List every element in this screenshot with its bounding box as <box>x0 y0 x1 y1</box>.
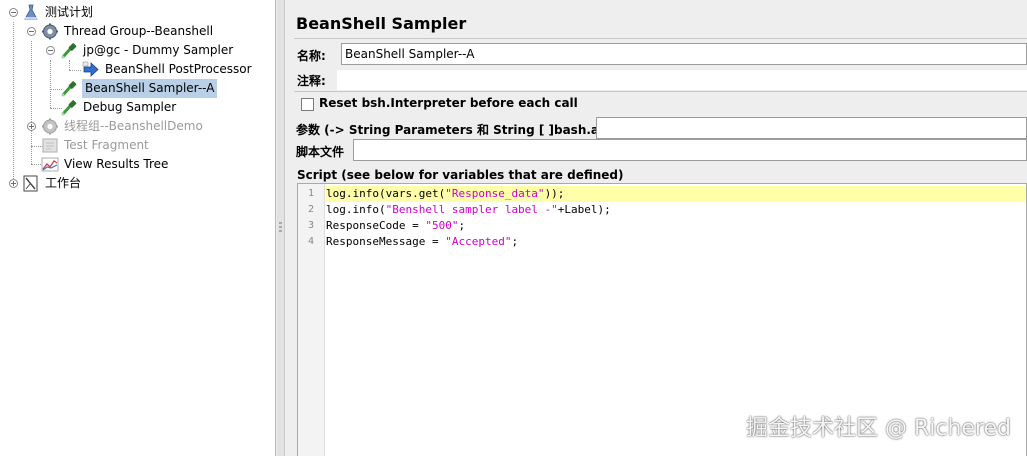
expand-toggle[interactable] <box>27 122 36 131</box>
tree-node-label: Thread Group--Beanshell <box>64 24 214 38</box>
tree-node-label: View Results Tree <box>64 157 169 171</box>
splitter-grip <box>279 222 282 224</box>
line-number: 1 <box>307 188 314 199</box>
tree-node-label: 测试计划 <box>45 5 94 19</box>
sampler-pipette-icon <box>60 42 78 59</box>
reset-interpreter-label: Reset bsh.Interpreter before each call <box>319 96 578 110</box>
postprocessor-arrow-icon <box>82 61 100 78</box>
code-line[interactable]: ResponseMessage = "Accepted"; <box>326 234 1026 250</box>
panel-splitter[interactable] <box>277 0 285 456</box>
code-line[interactable]: log.info(vars.get("Response_data")); <box>326 186 1026 202</box>
test-plan-icon <box>22 4 40 21</box>
sampler-pipette-icon <box>60 80 78 97</box>
tree-node-label: 线程组--BeanshellDemo <box>64 119 203 133</box>
sampler-pipette-icon <box>60 99 78 116</box>
comments-field[interactable] <box>337 70 1027 90</box>
string-literal: "500" <box>425 219 459 232</box>
string-literal: "Benshell sampler label -" <box>385 203 558 216</box>
tree-connector <box>69 60 70 70</box>
string-literal: "Accepted" <box>445 235 512 248</box>
tree-connector <box>13 22 14 183</box>
expand-toggle[interactable] <box>27 27 36 36</box>
line-number: 2 <box>307 204 314 215</box>
code-token: log.info(vars.get( <box>326 187 446 200</box>
watermark: 掘金技术社区 @ Richered <box>745 416 1011 441</box>
tree-node-label: BeanShell Sampler--A <box>82 79 218 98</box>
comments-label: 注释: <box>297 74 326 88</box>
code-token: )); <box>544 187 565 200</box>
listener-graph-icon <box>41 156 59 173</box>
tree-connector <box>69 70 81 71</box>
tree-node-label: BeanShell PostProcessor <box>105 62 252 76</box>
script-file-label: 脚本文件 <box>296 145 345 159</box>
thread-group-gear-icon <box>41 23 59 40</box>
sampler-editor-panel: BeanShell Sampler 名称: BeanShell Sampler-… <box>286 0 1027 456</box>
code-line[interactable]: ResponseCode = "500"; <box>326 218 1026 234</box>
line-number: 4 <box>307 236 314 247</box>
workbench-icon <box>22 175 40 192</box>
page-title: BeanShell Sampler <box>296 14 467 33</box>
script-label: Script (see below for variables that are… <box>297 168 624 182</box>
fragment-icon <box>41 137 59 154</box>
tree-node-label: jp@gc - Dummy Sampler <box>83 43 234 57</box>
tree-node-label: Test Fragment <box>64 138 149 152</box>
expand-toggle[interactable] <box>9 179 18 188</box>
section-divider <box>294 91 1027 92</box>
name-field[interactable]: BeanShell Sampler--A <box>341 43 1027 65</box>
tree-connector <box>50 60 51 108</box>
reset-interpreter-checkbox[interactable] <box>301 98 314 111</box>
line-number: 3 <box>307 220 314 231</box>
test-plan-tree[interactable]: 测试计划 Thread Group--Beanshell jp@gc - Dum… <box>0 0 276 456</box>
splitter-grip <box>279 226 282 228</box>
line-number-gutter: 1 2 3 4 <box>298 184 325 456</box>
parameters-field[interactable] <box>596 117 1027 139</box>
code-token: ; <box>458 219 466 232</box>
code-token: +Label); <box>557 203 611 216</box>
string-literal: "Response_data" <box>445 187 545 200</box>
title-divider <box>294 38 1027 39</box>
thread-group-gear-icon <box>41 118 59 135</box>
code-token: log.info( <box>326 203 386 216</box>
splitter-grip <box>279 230 282 232</box>
expand-toggle[interactable] <box>46 46 55 55</box>
name-label: 名称: <box>297 49 326 63</box>
code-token: ResponseMessage = <box>326 235 446 248</box>
code-token: ; <box>511 235 519 248</box>
code-line[interactable]: log.info("Benshell sampler label -"+Labe… <box>326 202 1026 218</box>
expand-toggle[interactable] <box>9 8 18 17</box>
code-token: ResponseCode = <box>326 219 426 232</box>
tree-node-label: 工作台 <box>45 176 82 190</box>
script-file-field[interactable] <box>353 139 1027 161</box>
parameters-label: 参数 (-> String Parameters 和 String [ ]bas… <box>296 123 627 137</box>
tree-node-label: Debug Sampler <box>83 100 177 114</box>
